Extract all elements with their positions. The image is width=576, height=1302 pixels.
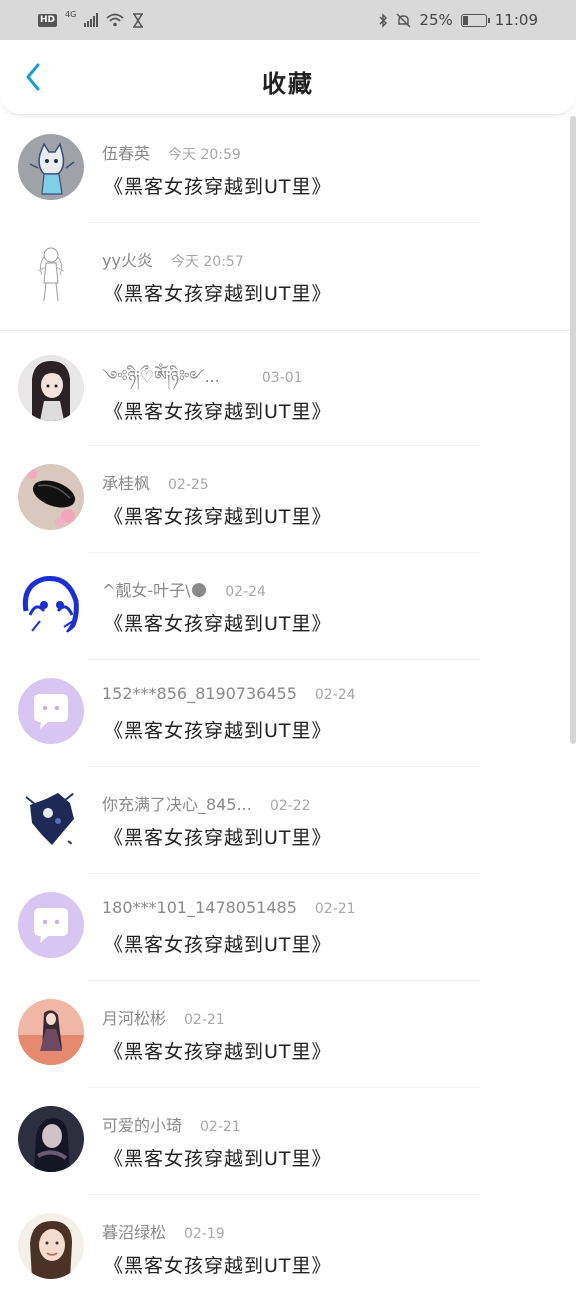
book-title[interactable]: 《黑客女孩穿越到UT里》 [104, 716, 332, 743]
timestamp: 今天 20:57 [170, 254, 244, 270]
status-right: 25% 11:09 [378, 11, 538, 29]
avatar[interactable] [18, 999, 84, 1065]
list-item[interactable]: 承桂枫 02-25 《黑客女孩穿越到UT里》 [0, 446, 576, 553]
book-title[interactable]: 《黑客女孩穿越到UT里》 [104, 1251, 332, 1278]
list-item[interactable]: 152***856_8190736455 02-24 《黑客女孩穿越到UT里》 [0, 660, 576, 767]
favorites-list: 伍春英 今天 20:59 《黑客女孩穿越到UT里》 yy火炎 今天 20:57 … [0, 116, 576, 1302]
avatar[interactable] [18, 1213, 84, 1279]
hourglass-icon [132, 12, 144, 28]
avatar[interactable] [18, 464, 84, 530]
book-title[interactable]: 《黑客女孩穿越到UT里》 [104, 609, 332, 636]
avatar[interactable] [18, 241, 84, 307]
username[interactable]: 承桂枫 [102, 470, 150, 494]
clock: 11:09 [494, 11, 538, 29]
list-item[interactable]: 伍春英 今天 20:59 《黑客女孩穿越到UT里》 [0, 116, 576, 223]
signal-icon [84, 13, 99, 27]
avatar[interactable] [18, 134, 84, 200]
book-title[interactable]: 《黑客女孩穿越到UT里》 [104, 397, 332, 424]
list-item[interactable]: 可爱的小琦 02-21 《黑客女孩穿越到UT里》 [0, 1088, 576, 1195]
username[interactable]: 152***856_8190736455 [102, 684, 297, 703]
timestamp: 02-24 [314, 687, 356, 703]
status-left: HD 4G [38, 10, 144, 28]
header-bar: 收藏 [0, 40, 576, 115]
username[interactable]: 可爱的小琦 [102, 1112, 182, 1136]
book-title[interactable]: 《黑客女孩穿越到UT里》 [104, 930, 332, 957]
chat-bubble-icon [18, 678, 84, 744]
battery-icon [460, 13, 490, 27]
book-title[interactable]: 《黑客女孩穿越到UT里》 [104, 172, 332, 199]
username[interactable]: 伍春英 [102, 140, 150, 164]
book-title[interactable]: 《黑客女孩穿越到UT里》 [104, 1037, 332, 1064]
book-title[interactable]: 《黑客女孩穿越到UT里》 [104, 823, 332, 850]
avatar[interactable] [18, 355, 84, 421]
avatar[interactable] [18, 571, 84, 637]
list-item[interactable]: ༺ཉི༏ྀ♡ༀ༏ཉི༻... 03-01 《黑客女孩穿越到UT里》 [0, 331, 576, 446]
book-title[interactable]: 《黑客女孩穿越到UT里》 [104, 1144, 332, 1171]
avatar[interactable] [18, 678, 84, 744]
page-title: 收藏 [262, 70, 314, 98]
list-item[interactable]: yy火炎 今天 20:57 《黑客女孩穿越到UT里》 [0, 223, 576, 331]
scrollbar[interactable] [570, 116, 576, 744]
timestamp: 02-22 [269, 798, 311, 814]
timestamp: 02-21 [200, 1119, 241, 1135]
avatar[interactable] [18, 1106, 84, 1172]
timestamp: 02-24 [225, 584, 266, 600]
bluetooth-icon [378, 12, 388, 28]
list-item[interactable]: 月河松彬 02-21 《黑客女孩穿越到UT里》 [0, 981, 576, 1088]
username[interactable]: 180***101_1478051485 [102, 898, 297, 917]
timestamp: 02-19 [184, 1226, 225, 1242]
timestamp: 03-01 [261, 370, 303, 386]
wifi-icon [106, 13, 124, 27]
book-title[interactable]: 《黑客女孩穿越到UT里》 [104, 502, 332, 529]
chat-bubble-icon [18, 892, 84, 958]
timestamp: 02-25 [168, 477, 209, 493]
username[interactable]: yy火炎 [102, 247, 153, 271]
username[interactable]: ^靓女-叶子\🌑 [102, 577, 207, 601]
list-item[interactable]: ^靓女-叶子\🌑 02-24 《黑客女孩穿越到UT里》 [0, 553, 576, 660]
list-item[interactable]: 暮沼绿松 02-19 《黑客女孩穿越到UT里》 [0, 1195, 576, 1302]
timestamp: 02-21 [184, 1012, 225, 1028]
battery-percent: 25% [419, 11, 453, 29]
book-title[interactable]: 《黑客女孩穿越到UT里》 [104, 279, 332, 306]
hd-indicator: HD [38, 13, 58, 27]
timestamp: 02-21 [314, 901, 356, 917]
mute-bell-icon [396, 13, 411, 28]
username[interactable]: 暮沼绿松 [102, 1219, 166, 1243]
avatar[interactable] [18, 892, 84, 958]
list-item[interactable]: 你充满了决心_845... 02-22 《黑客女孩穿越到UT里》 [0, 767, 576, 874]
network-type: 4G [65, 10, 77, 19]
list-item[interactable]: 180***101_1478051485 02-21 《黑客女孩穿越到UT里》 [0, 874, 576, 981]
username[interactable]: 你充满了决心_845... [102, 791, 252, 815]
timestamp: 今天 20:59 [168, 147, 241, 163]
username[interactable]: 月河松彬 [102, 1005, 166, 1029]
avatar[interactable] [18, 785, 84, 851]
status-bar: HD 4G 25% 11:09 [0, 0, 576, 40]
